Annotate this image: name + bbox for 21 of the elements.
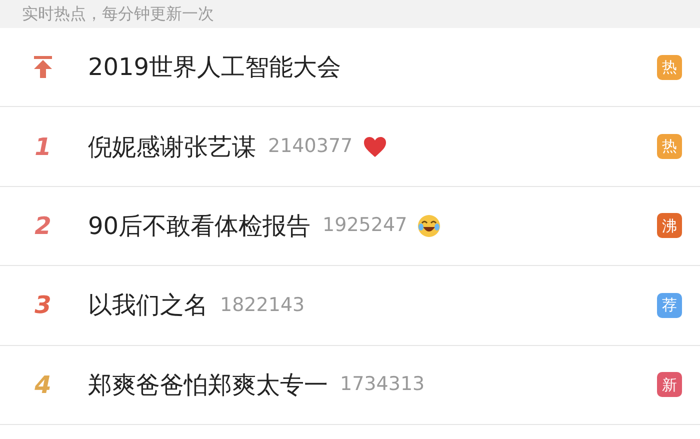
heart-icon — [362, 136, 387, 158]
topic-title[interactable]: 倪妮感谢张艺谋 — [88, 134, 256, 159]
header-text: 实时热点，每分钟更新一次 — [22, 6, 214, 22]
search-count: 2140377 — [268, 137, 353, 156]
search-count: 1734313 — [340, 375, 425, 394]
status-tag: 沸 — [657, 213, 682, 238]
search-count: 1925247 — [322, 216, 408, 236]
topic-title[interactable]: 以我们之名 — [88, 293, 208, 318]
rank-number: 2 — [34, 214, 52, 238]
rank-number: 1 — [34, 134, 52, 159]
status-tag: 热 — [657, 134, 682, 160]
topic-title[interactable]: 郑爽爸爸怕郑爽太专一 — [88, 372, 328, 397]
rank-number: 3 — [34, 293, 52, 318]
topic-title[interactable]: 90后不敢看体检报告 — [88, 214, 311, 238]
laughing-face-icon — [417, 214, 442, 238]
status-tag: 热 — [657, 54, 682, 80]
status-tag: 荐 — [657, 292, 682, 318]
rank-number: 4 — [34, 372, 52, 397]
status-tag: 新 — [657, 372, 682, 398]
search-count: 1822143 — [220, 296, 305, 315]
topic-title[interactable]: 2019世界人工智能大会 — [88, 55, 342, 80]
